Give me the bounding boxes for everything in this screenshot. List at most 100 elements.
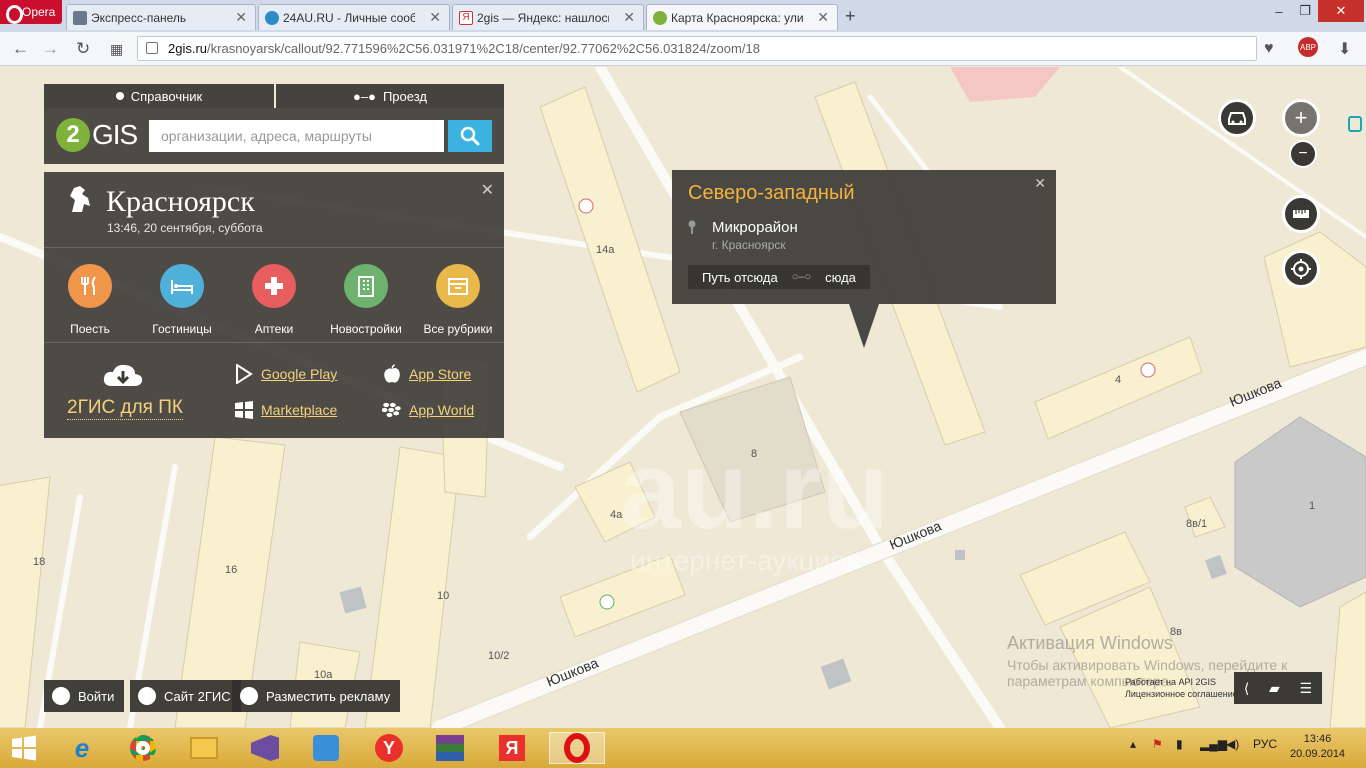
building-label: 1 (1309, 500, 1316, 512)
advertise-button[interactable]: Разместить рекламу (232, 680, 401, 712)
window-close-button[interactable]: ✕ (1318, 0, 1364, 22)
yandex-icon: Я (459, 11, 473, 25)
app-store-link[interactable]: App Store (382, 364, 471, 384)
tab-express-panel[interactable]: Экспресс-панель ✕ (66, 4, 256, 30)
download-pc-link[interactable]: 2ГИС для ПК (67, 362, 183, 420)
windows-icon (235, 401, 253, 419)
box-icon (436, 264, 480, 308)
search-input[interactable] (149, 120, 444, 152)
route-icon: ●–● (353, 88, 376, 104)
zoom-out-button[interactable]: − (1289, 140, 1317, 168)
forward-button[interactable]: → (42, 39, 59, 59)
language-indicator[interactable]: РУС (1253, 737, 1277, 751)
tab-title: Карта Красноярска: улицы (671, 10, 803, 25)
explorer-icon[interactable] (184, 732, 224, 764)
license-link[interactable]: Лицензионное соглашение (1125, 688, 1238, 700)
media-player-icon[interactable] (306, 732, 346, 764)
tab-24au[interactable]: 24AU.RU - Личные сообщения ✕ (258, 4, 450, 30)
close-icon[interactable]: ✕ (623, 9, 635, 26)
opera-menu-button[interactable]: Opera (0, 0, 62, 24)
download-icon[interactable]: ⬇ (1338, 39, 1351, 59)
yandex-icon[interactable]: Я (492, 732, 532, 764)
winrar-icon[interactable] (430, 732, 470, 764)
new-tab-button[interactable]: + (845, 6, 856, 27)
minimize-button[interactable]: – (1266, 0, 1292, 22)
bed-icon (160, 264, 204, 308)
building-label: 14а (596, 244, 615, 256)
site-2gis-button[interactable]: Сайт 2ГИС (130, 680, 241, 712)
volume-icon[interactable]: ◀) (1226, 737, 1239, 751)
power-icon[interactable]: ▮ (1176, 737, 1183, 751)
adblock-icon[interactable]: ABP (1298, 37, 1318, 57)
visual-studio-icon[interactable] (245, 732, 285, 764)
route-to-button[interactable]: сюда (811, 270, 870, 285)
menu-icon[interactable]: ☰ (1300, 680, 1313, 697)
opera-taskbar-icon[interactable] (549, 732, 605, 764)
share-icon[interactable]: ⟨ (1244, 680, 1249, 697)
pin-icon (115, 92, 124, 100)
route-from-button[interactable]: Путь отсюда (688, 270, 792, 285)
category-pharmacy[interactable]: Аптеки (229, 264, 319, 336)
tab-yandex[interactable]: Я 2gis — Яндекс: нашлось ✕ (452, 4, 644, 30)
2gis-icon (653, 11, 667, 25)
category-all[interactable]: Все рубрики (413, 264, 503, 336)
watermark-subtitle: интернет-аукцион (630, 545, 862, 576)
google-play-link[interactable]: Google Play (234, 364, 337, 384)
network-icon[interactable]: ▂▄▆ (1200, 737, 1227, 751)
marketplace-link[interactable]: Marketplace (234, 400, 337, 420)
place-callout: Северо-западный ✕ Микрорайон г. Краснояр… (672, 170, 1056, 348)
2gis-logo[interactable]: 2 GIS (56, 118, 138, 152)
login-button[interactable]: Войти (44, 680, 125, 712)
callout-title[interactable]: Северо-западный (688, 182, 855, 205)
close-icon[interactable]: ✕ (1034, 175, 1046, 192)
start-button[interactable] (4, 732, 44, 764)
tab-catalog[interactable]: Справочник (44, 84, 274, 108)
bookmark-heart-icon[interactable]: ♥ (1264, 40, 1274, 58)
close-icon[interactable]: ✕ (481, 180, 494, 200)
app-world-link[interactable]: App World (382, 400, 474, 420)
category-eat[interactable]: Поесть (45, 264, 135, 336)
building-label: 4а (610, 509, 623, 521)
tab-2gis[interactable]: Карта Красноярска: улицы ✕ (646, 4, 838, 30)
category-label: Все рубрики (423, 322, 493, 336)
building-label: 8 (751, 448, 758, 460)
chrome-icon[interactable] (123, 732, 163, 764)
tray-arrow-icon[interactable]: ▴ (1130, 737, 1136, 751)
close-icon[interactable]: ✕ (235, 9, 247, 26)
download-pc-label: 2ГИС для ПК (67, 397, 183, 420)
mode-tabs: Справочник ●–● Проезд (44, 84, 504, 108)
locate-button[interactable] (1282, 250, 1320, 288)
api-powered[interactable]: Работает на API 2GIS (1125, 676, 1238, 688)
traffic-button[interactable] (1218, 99, 1256, 137)
zoom-in-button[interactable]: + (1282, 99, 1320, 137)
bus-icon[interactable] (1348, 116, 1362, 132)
category-new-buildings[interactable]: Новостройки (321, 264, 411, 336)
tab-route[interactable]: ●–● Проезд (276, 84, 504, 108)
back-button[interactable]: ← (12, 39, 29, 59)
advert-label: Разместить рекламу (266, 688, 391, 704)
2gis-icon (138, 687, 156, 705)
url-input[interactable]: 2gis.ru/krasnoyarsk/callout/92.771596%2C… (137, 36, 1257, 61)
category-label: Новостройки (330, 322, 402, 336)
tab-route-label: Проезд (382, 88, 427, 104)
clock[interactable]: 13:46 20.09.2014 (1290, 732, 1345, 762)
activation-title: Активация Windows (1007, 633, 1173, 653)
speed-dial-icon[interactable]: ▦ (110, 41, 123, 58)
city-name[interactable]: Красноярск (106, 185, 255, 219)
close-icon[interactable]: ✕ (817, 9, 829, 26)
close-icon[interactable]: ✕ (429, 9, 441, 26)
category-hotels[interactable]: Гостиницы (137, 264, 227, 336)
comment-icon[interactable]: ▰ (1269, 680, 1280, 697)
api-credits: Работает на API 2GIS Лицензионное соглаш… (1125, 676, 1238, 700)
building-label: 8в/1 (1186, 518, 1208, 530)
building-label: 4 (1115, 374, 1122, 386)
pin-icon (688, 220, 696, 234)
page-info-icon[interactable] (146, 42, 158, 54)
flag-icon[interactable]: ⚑ (1152, 737, 1163, 751)
reload-button[interactable]: ↻ (76, 39, 90, 59)
maximize-button[interactable]: ❐ (1292, 0, 1318, 22)
search-button[interactable] (448, 120, 492, 152)
ruler-button[interactable] (1282, 195, 1320, 233)
yandex-browser-icon[interactable]: Y (369, 732, 409, 764)
ie-icon[interactable]: e (62, 732, 102, 764)
